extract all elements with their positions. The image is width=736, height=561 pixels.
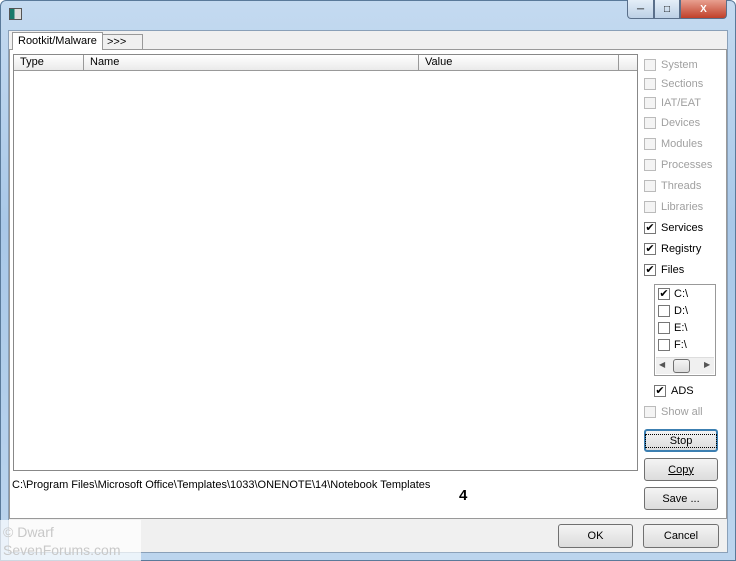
option-modules[interactable]: Modules: [644, 138, 703, 150]
drive-label: E:\: [674, 322, 688, 334]
app-icon: [9, 8, 22, 20]
checkbox-box: [644, 117, 656, 129]
annotation-number: 4: [459, 487, 468, 504]
option-label: System: [661, 59, 698, 71]
checkbox-box: [644, 78, 656, 90]
option-label: Modules: [661, 138, 703, 150]
column-value[interactable]: Value: [419, 55, 619, 71]
option-sections[interactable]: Sections: [644, 78, 703, 90]
minimize-button[interactable]: ─: [627, 0, 654, 19]
option-devices[interactable]: Devices: [644, 117, 700, 129]
column-name[interactable]: Name: [84, 55, 419, 71]
checkbox-box: [644, 97, 656, 109]
results-list[interactable]: Type Name Value: [13, 54, 638, 471]
check-icon: ✔: [644, 263, 656, 276]
drive-item[interactable]: ✔ C:\: [658, 288, 688, 300]
ok-button[interactable]: OK: [558, 524, 633, 548]
ads-checkbox[interactable]: ✔ ADS: [654, 385, 694, 397]
drive-label: F:\: [674, 339, 687, 351]
stop-button[interactable]: Stop: [644, 429, 718, 452]
option-libraries[interactable]: Libraries: [644, 201, 703, 213]
drive-list[interactable]: ✔ C:\ D:\ E:\ F:\ ◀ ▶: [654, 284, 716, 376]
show-all-checkbox[interactable]: Show all: [644, 406, 703, 418]
option-label: Processes: [661, 159, 713, 171]
tab-more[interactable]: >>>: [102, 34, 143, 49]
save-button[interactable]: Save ...: [644, 487, 718, 510]
option-label: IAT/EAT: [661, 97, 701, 109]
check-icon: ✔: [644, 221, 656, 234]
option-label: Threads: [661, 180, 702, 192]
checkbox-box: [644, 59, 656, 71]
copy-button[interactable]: Copy: [644, 458, 718, 481]
column-filler: [619, 55, 637, 71]
drive-label: D:\: [674, 305, 689, 317]
drive-label: C:\: [674, 288, 689, 300]
option-services[interactable]: ✔ Services: [644, 222, 703, 234]
tab-rootkit-malware[interactable]: Rootkit/Malware: [12, 32, 103, 50]
checkbox-box: [644, 159, 656, 171]
option-threads[interactable]: Threads: [644, 180, 701, 192]
checkbox-box: [644, 406, 656, 418]
scroll-right-icon[interactable]: ▶: [704, 360, 710, 369]
option-iat-eat[interactable]: IAT/EAT: [644, 97, 701, 109]
ads-label: ADS: [671, 385, 694, 397]
drive-item[interactable]: E:\: [658, 322, 687, 334]
column-type[interactable]: Type: [14, 55, 84, 71]
option-label: Sections: [661, 78, 704, 90]
checkbox-box[interactable]: [658, 305, 670, 317]
current-path: C:\Program Files\Microsoft Office\Templa…: [12, 479, 431, 491]
cancel-button[interactable]: Cancel: [643, 524, 719, 548]
drive-item[interactable]: F:\: [658, 339, 687, 351]
option-label: Libraries: [661, 201, 704, 213]
option-processes[interactable]: Processes: [644, 159, 712, 171]
option-label: Services: [661, 222, 704, 234]
option-label: Files: [661, 264, 685, 276]
check-icon[interactable]: ✔: [658, 288, 670, 300]
option-label: Registry: [661, 243, 702, 255]
checkbox-box[interactable]: [658, 339, 670, 351]
option-files[interactable]: ✔ Files: [644, 264, 684, 276]
option-registry[interactable]: ✔ Registry: [644, 243, 701, 255]
check-icon: ✔: [644, 242, 656, 255]
scroll-thumb[interactable]: [673, 359, 690, 373]
maximize-button[interactable]: □: [654, 0, 680, 19]
horizontal-scrollbar[interactable]: ◀ ▶: [656, 357, 714, 374]
watermark: © Dwarf SevenForums.com: [0, 520, 141, 561]
option-label: Devices: [661, 117, 701, 129]
checkbox-box: [644, 201, 656, 213]
close-button[interactable]: X: [680, 0, 727, 19]
check-icon: ✔: [654, 384, 666, 397]
drive-item[interactable]: D:\: [658, 305, 688, 317]
show-all-label: Show all: [661, 406, 703, 418]
checkbox-box: [644, 138, 656, 150]
checkbox-box: [644, 180, 656, 192]
option-system[interactable]: System: [644, 59, 698, 71]
scroll-left-icon[interactable]: ◀: [659, 360, 665, 369]
checkbox-box[interactable]: [658, 322, 670, 334]
